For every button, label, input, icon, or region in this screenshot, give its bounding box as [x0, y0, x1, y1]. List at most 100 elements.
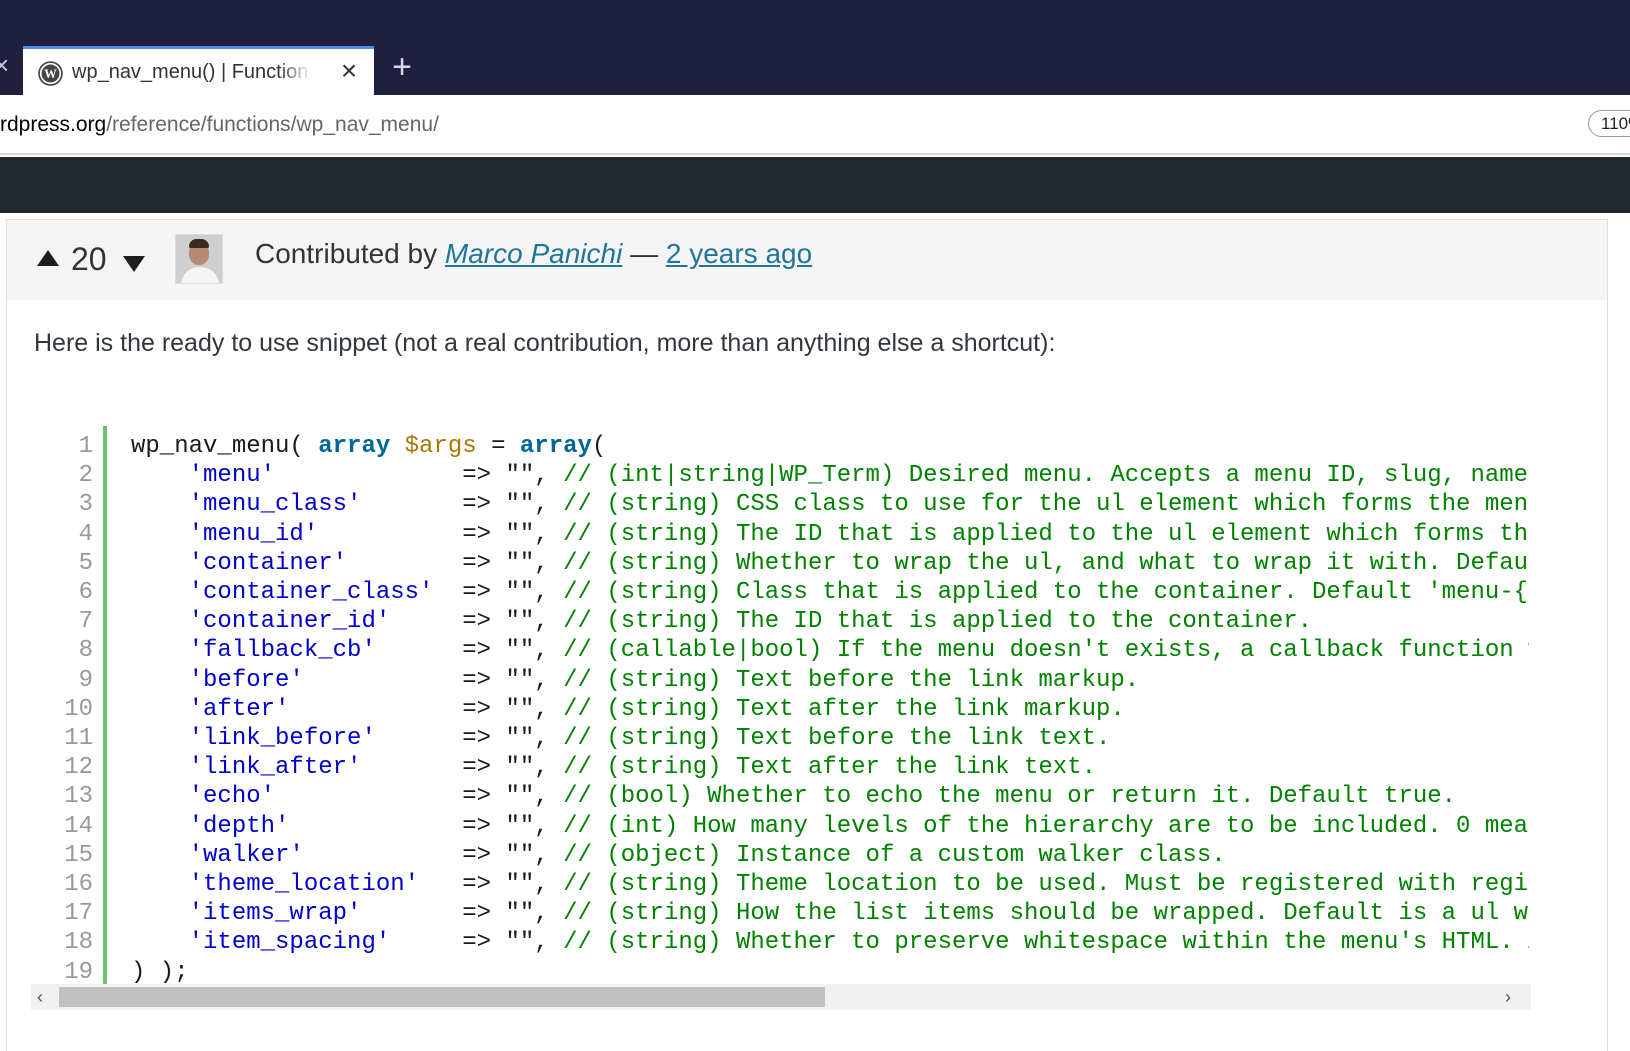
- scrollbar-thumb[interactable]: [59, 987, 825, 1007]
- comma: ,: [534, 812, 549, 840]
- horizontal-scrollbar[interactable]: ‹ ›: [31, 984, 1531, 1010]
- arg-value: "": [505, 695, 535, 723]
- arrow: =>: [462, 520, 492, 548]
- arrow: =>: [462, 695, 492, 723]
- arg-key: 'theme_location': [188, 871, 420, 898]
- code-line: 13 'echo' => "", // (bool) Whether to ec…: [31, 782, 1529, 811]
- line-number: 3: [78, 491, 93, 519]
- arg-key: 'fallback_cb': [188, 637, 376, 665]
- tab-title: wp_nav_menu() | Function | WordPress Dev…: [72, 61, 312, 83]
- arg-comment: // (callable|bool) If the menu doesn't e…: [563, 637, 1529, 665]
- arg-key: 'link_before': [188, 725, 376, 752]
- line-number: 6: [78, 579, 93, 606]
- arrow: =>: [462, 637, 492, 665]
- line-number: 14: [64, 812, 93, 840]
- previous-tab-close-icon[interactable]: ×: [0, 52, 9, 78]
- line-number: 18: [64, 929, 93, 957]
- scroll-left-arrow-icon[interactable]: ‹: [37, 985, 43, 1009]
- url-host: rdpress.org: [0, 113, 107, 136]
- arrow: =>: [462, 900, 492, 928]
- code-line: 2 'menu' => "", // (int|string|WP_Term) …: [31, 461, 1529, 490]
- arg-key: 'walker': [188, 841, 304, 869]
- arg-value: "": [505, 608, 535, 636]
- arg-comment: // (int) How many levels of the hierarch…: [563, 812, 1529, 840]
- arg-comment: // (string) The ID that is applied to th…: [563, 520, 1529, 548]
- line-number: 17: [64, 900, 93, 928]
- code-line: 12 'link_after' => "", // (string) Text …: [31, 753, 1529, 782]
- new-tab-button[interactable]: +: [382, 47, 422, 87]
- code-line: 15 'walker' => "", // (object) Instance …: [31, 841, 1529, 870]
- arg-comment: // (string) Theme location to be used. M…: [563, 871, 1529, 898]
- code-line: 14 'depth' => "", // (int) How many leve…: [31, 812, 1529, 841]
- code-source: 'container_class' => "", // (string) Cla…: [131, 578, 1529, 607]
- comma: ,: [534, 725, 549, 752]
- time-ago-link[interactable]: 2 years ago: [666, 238, 812, 269]
- arg-key: 'echo': [188, 783, 276, 811]
- code-line: 5 'container' => "", // (string) Whether…: [31, 549, 1529, 578]
- function-name: wp_nav_menu(: [131, 433, 319, 460]
- line-number: 2: [78, 462, 93, 490]
- arg-value: "": [505, 725, 535, 752]
- code-source: 'walker' => "", // (object) Instance of …: [131, 841, 1226, 870]
- arg-value: "": [505, 637, 535, 665]
- code-source: 'items_wrap' => "", // (string) How the …: [131, 899, 1529, 928]
- arg-comment: // (string) Text after the link text.: [563, 754, 1096, 782]
- arg-key: 'menu_id': [188, 520, 319, 548]
- code-source: 'item_spacing' => "", // (string) Whethe…: [131, 928, 1529, 957]
- url-text[interactable]: rdpress.org/reference/functions/wp_nav_m…: [0, 111, 439, 139]
- author-link[interactable]: Marco Panichi: [445, 238, 622, 269]
- arg-comment: // (string) Text after the link markup.: [563, 695, 1125, 723]
- code-line: 11 'link_before' => "", // (string) Text…: [31, 724, 1529, 753]
- code-line: 18 'item_spacing' => "", // (string) Whe…: [31, 928, 1529, 957]
- arg-key: 'items_wrap': [188, 900, 362, 928]
- line-number: 11: [64, 725, 93, 752]
- code-line: 10 'after' => "", // (string) Text after…: [31, 695, 1529, 724]
- line-number: 5: [78, 549, 93, 577]
- arg-comment: // (string) Whether to preserve whitespa…: [563, 929, 1529, 957]
- zoom-badge[interactable]: 110%: [1588, 110, 1630, 137]
- code-line: 9 'before' => "", // (string) Text befor…: [31, 666, 1529, 695]
- arg-comment: // (string) How the list items should be…: [563, 900, 1529, 928]
- separator: —: [630, 238, 659, 269]
- comma: ,: [534, 666, 549, 694]
- code-source: 'link_after' => "", // (string) Text aft…: [131, 753, 1096, 782]
- code-line: 16 'theme_location' => "", // (string) T…: [31, 870, 1529, 899]
- line-number: 13: [64, 783, 93, 811]
- code-line: 7 'container_id' => "", // (string) The …: [31, 607, 1529, 636]
- active-tab[interactable]: W wp_nav_menu() | Function | WordPress D…: [23, 46, 374, 95]
- arrow: =>: [462, 871, 492, 898]
- address-bar[interactable]: rdpress.org/reference/functions/wp_nav_m…: [0, 95, 1630, 155]
- arrow: =>: [462, 608, 492, 636]
- arg-comment: // (string) Whether to wrap the ul, and …: [563, 549, 1529, 577]
- site-header: [0, 157, 1630, 213]
- vote-count: 20: [71, 241, 107, 277]
- arg-value: "": [505, 666, 535, 694]
- code-line: 19) );: [31, 958, 1529, 986]
- code-source: 'echo' => "", // (bool) Whether to echo …: [131, 782, 1456, 811]
- avatar[interactable]: [175, 234, 223, 284]
- arg-key: 'link_after': [188, 754, 362, 782]
- vote-up-icon[interactable]: [37, 250, 59, 266]
- arg-key: 'menu': [188, 462, 276, 490]
- tab-close-icon[interactable]: ×: [335, 56, 363, 86]
- arg-key: 'container': [188, 549, 348, 577]
- arg-value: "": [505, 549, 535, 577]
- arg-key: 'item_spacing': [188, 929, 391, 957]
- arg-key: 'after': [188, 695, 290, 723]
- comma: ,: [534, 608, 549, 636]
- user-note-card: 20 Contributed by Marco Panichi — 2 year…: [6, 219, 1608, 1051]
- comma: ,: [534, 841, 549, 869]
- arrow: =>: [462, 549, 492, 577]
- svg-text:W: W: [44, 67, 57, 81]
- arg-key: 'before': [188, 666, 304, 694]
- keyword: array: [519, 433, 592, 460]
- arrow: =>: [462, 462, 492, 490]
- scroll-right-arrow-icon[interactable]: ›: [1505, 985, 1511, 1009]
- vote-down-icon[interactable]: [123, 256, 145, 272]
- code-source: 'after' => "", // (string) Text after th…: [131, 695, 1125, 724]
- line-number: 8: [78, 637, 93, 665]
- comma: ,: [534, 900, 549, 928]
- wordpress-logo-icon: W: [38, 61, 63, 86]
- arg-value: "": [505, 462, 535, 490]
- comma: ,: [534, 520, 549, 548]
